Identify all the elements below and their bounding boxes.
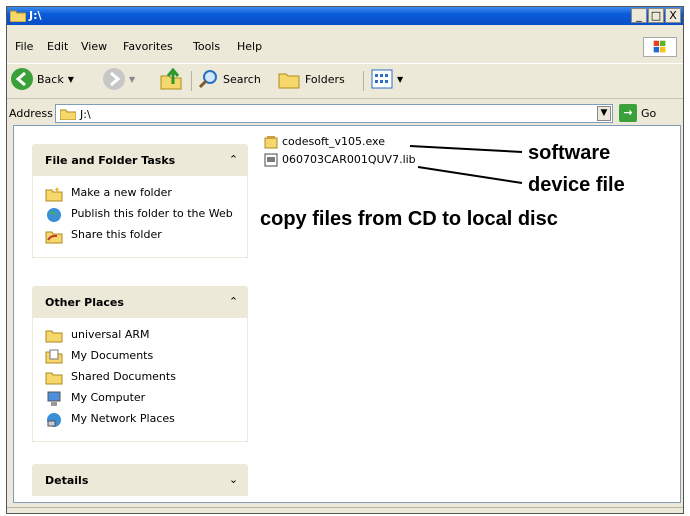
go-arrow-icon: →	[619, 104, 637, 122]
menu-view[interactable]: View	[81, 40, 107, 53]
toolbar-separator	[363, 71, 364, 91]
back-label: Back	[37, 72, 64, 86]
menu-tools[interactable]: Tools	[193, 40, 220, 53]
close-button[interactable]: X	[665, 8, 681, 23]
search-button[interactable]: Search	[197, 64, 261, 94]
toolbar-separator	[191, 71, 192, 91]
views-button[interactable]: ▼	[371, 64, 403, 94]
annotation-line-software	[409, 145, 523, 153]
up-folder-icon	[160, 68, 182, 90]
folders-icon	[278, 73, 300, 89]
window-title: J:\	[29, 9, 42, 22]
views-icon	[371, 69, 393, 89]
go-button[interactable]: → Go	[619, 104, 656, 122]
address-value: J:\	[80, 108, 91, 121]
forward-arrow-icon	[103, 68, 125, 90]
back-arrow-icon	[11, 68, 33, 90]
annotation-line-device-file	[417, 166, 523, 184]
address-bar: Address J:\ ▼ → Go	[7, 103, 683, 125]
menu-edit[interactable]: Edit	[47, 40, 68, 53]
status-bar	[7, 507, 683, 513]
folder-icon	[60, 109, 76, 120]
go-label: Go	[641, 106, 657, 120]
address-label: Address	[9, 107, 53, 120]
annotation-software: software	[528, 142, 611, 164]
menu-file[interactable]: File	[15, 40, 33, 53]
up-folder-button[interactable]	[159, 64, 183, 94]
title-bar[interactable]: J:\ _ □ X	[7, 7, 683, 25]
menu-help[interactable]: Help	[237, 40, 262, 53]
chevron-down-icon: ▼	[129, 74, 136, 84]
folders-label: Folders	[305, 72, 345, 86]
menu-bar: File Edit View Favorites Tools Help	[7, 35, 683, 57]
content-area: File and Folder Tasks ⌃ Make a new folde…	[13, 125, 681, 503]
windows-logo-icon	[643, 37, 677, 57]
address-dropdown-button[interactable]: ▼	[597, 106, 611, 121]
toolbar: Back ▼ ▼ Search Folders ▼	[7, 63, 683, 99]
menu-favorites[interactable]: Favorites	[123, 40, 173, 53]
chevron-down-icon: ▼	[397, 74, 404, 84]
back-button[interactable]: Back ▼	[11, 64, 74, 94]
chevron-down-icon: ▼	[67, 74, 74, 84]
search-icon	[198, 70, 217, 89]
annotation-device-file: device file	[528, 174, 625, 196]
folder-icon	[10, 10, 26, 22]
address-input[interactable]: J:\ ▼	[55, 104, 613, 123]
minimize-button[interactable]: _	[631, 8, 647, 23]
explorer-window: J:\ _ □ X File Edit View Favorites Tools…	[6, 6, 684, 514]
maximize-button[interactable]: □	[648, 8, 664, 23]
search-label: Search	[223, 72, 261, 86]
annotation-instruction: copy files from CD to local disc	[260, 208, 558, 230]
folders-button[interactable]: Folders	[277, 64, 345, 94]
forward-button[interactable]: ▼	[103, 64, 135, 94]
